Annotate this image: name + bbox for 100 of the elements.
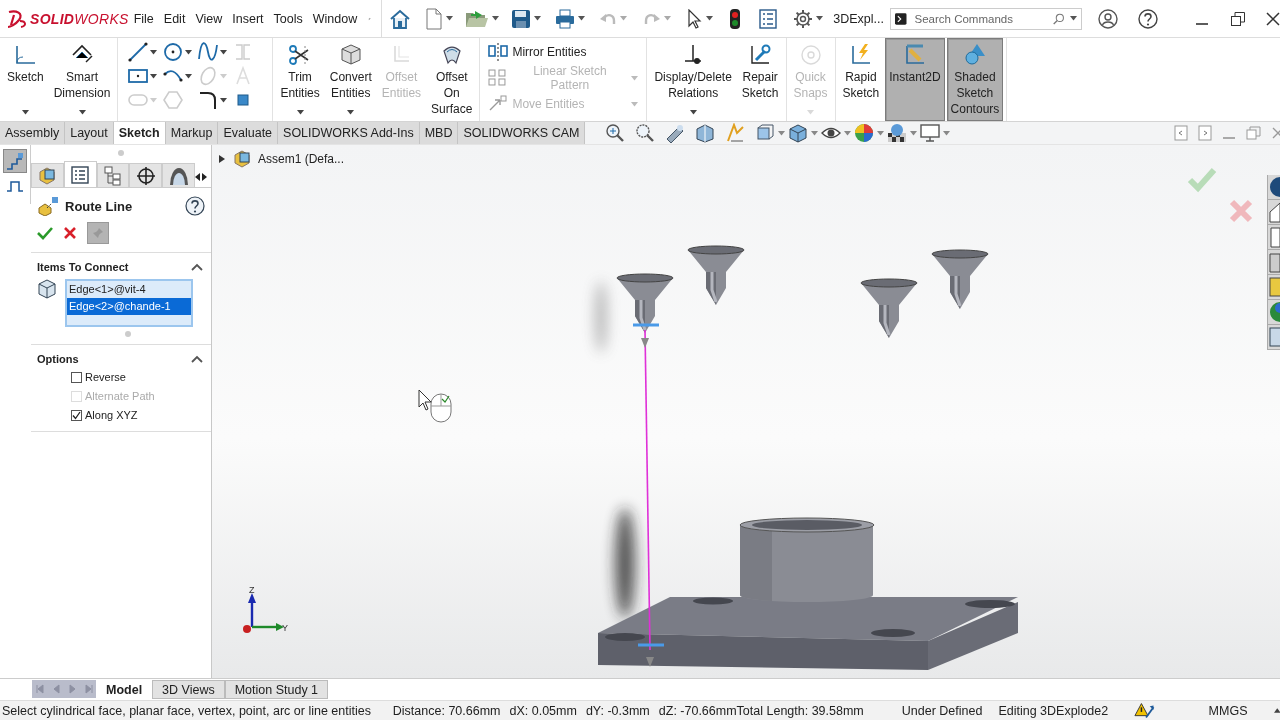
- command-tab[interactable]: Markup: [165, 122, 219, 144]
- home-icon[interactable]: [1268, 200, 1280, 225]
- ribbon-button[interactable]: Smart Dimension: [49, 38, 115, 121]
- caret-icon[interactable]: [220, 49, 228, 55]
- close-icon[interactable]: [1266, 11, 1280, 26]
- caret-icon[interactable]: [534, 16, 542, 21]
- collapse-icon[interactable]: [191, 263, 203, 271]
- menu-item[interactable]: Tools: [269, 11, 307, 26]
- checkbox[interactable]: [71, 371, 82, 383]
- user-icon[interactable]: [1098, 8, 1118, 29]
- caret-up-icon[interactable]: [1273, 708, 1280, 713]
- ribbon-button[interactable]: Instant2D: [885, 38, 945, 121]
- pointer-icon[interactable]: [687, 8, 704, 29]
- ribbon-button[interactable]: Offset On Surface: [427, 38, 477, 121]
- list-item[interactable]: Edge<1>@vit-4: [67, 281, 191, 298]
- document-icon[interactable]: [1268, 225, 1280, 250]
- scene-icon[interactable]: [887, 123, 908, 143]
- fillet-icon[interactable]: [198, 90, 219, 110]
- handle-dot-icon[interactable]: [117, 149, 125, 157]
- ribbon-button[interactable]: Display/Delete Relations: [650, 38, 736, 121]
- ribbon-button[interactable]: Repair Sketch: [737, 38, 783, 121]
- selection-list[interactable]: Edge<1>@vit-4 Edge<2>@chande-1: [65, 279, 193, 327]
- menu-item[interactable]: View: [191, 11, 227, 26]
- caret-icon[interactable]: [296, 110, 304, 115]
- home-icon[interactable]: [389, 7, 412, 30]
- help-icon[interactable]: [185, 196, 205, 216]
- caret-icon[interactable]: [492, 16, 500, 21]
- handle-dot-icon[interactable]: [124, 330, 132, 338]
- command-tab[interactable]: SOLIDWORKS Add-Ins: [278, 122, 420, 144]
- ok-button[interactable]: [37, 226, 53, 240]
- rectangle-icon[interactable]: [128, 66, 149, 86]
- restore-icon[interactable]: [1230, 10, 1246, 27]
- list-item[interactable]: Edge<2>@chande-1: [67, 298, 191, 315]
- layers-icon[interactable]: [1268, 275, 1280, 300]
- save-icon[interactable]: [511, 8, 532, 29]
- spline-icon[interactable]: [198, 42, 219, 62]
- caret-icon[interactable]: [78, 110, 86, 115]
- settings-icon[interactable]: [793, 8, 814, 29]
- menu-item[interactable]: Edit: [159, 11, 190, 26]
- menu-item[interactable]: File: [129, 11, 158, 26]
- zoom-area-icon[interactable]: [635, 123, 656, 143]
- command-tab[interactable]: MBD: [419, 122, 459, 144]
- step-line-icon[interactable]: [6, 179, 24, 193]
- ribbon-button[interactable]: Trim Entities: [276, 38, 324, 121]
- caret-icon[interactable]: [816, 16, 824, 21]
- zoom-fit-icon[interactable]: [605, 123, 626, 143]
- monitor-icon[interactable]: [920, 123, 941, 143]
- appearance-icon[interactable]: [854, 123, 875, 143]
- caret-icon[interactable]: [150, 49, 158, 55]
- caret-icon[interactable]: [578, 16, 586, 21]
- collapse-icon[interactable]: [191, 355, 203, 363]
- scroll-right-icon[interactable]: [202, 173, 207, 181]
- wrench-icon: [748, 43, 773, 67]
- ribbon-button[interactable]: Shaded Sketch Contours: [946, 38, 1004, 121]
- search-field[interactable]: Search Commands: [890, 7, 1082, 30]
- tree-item[interactable]: Assem1 (Defa...: [258, 152, 345, 166]
- command-tab[interactable]: Layout: [65, 122, 114, 144]
- ribbon-button[interactable]: Rapid Sketch: [838, 38, 884, 121]
- ribbon-button[interactable]: Convert Entities: [325, 38, 376, 121]
- ribbon-button[interactable]: Sketch: [3, 38, 48, 121]
- print-icon[interactable]: [555, 8, 576, 29]
- circle-icon[interactable]: [163, 42, 184, 62]
- caret-icon[interactable]: [185, 73, 193, 79]
- bottom-tab[interactable]: 3D Views: [152, 680, 225, 699]
- bottom-tab[interactable]: Motion Study 1: [224, 680, 329, 699]
- panel-tab[interactable]: [129, 163, 163, 187]
- open-folder-icon[interactable]: [465, 8, 490, 29]
- view-orientation-icon[interactable]: [755, 123, 776, 143]
- caret-icon[interactable]: [220, 97, 228, 103]
- display-style-icon[interactable]: [788, 123, 809, 143]
- panel-tab[interactable]: [162, 163, 195, 187]
- command-tab[interactable]: SOLIDWORKS CAM: [458, 122, 586, 144]
- caret-icon[interactable]: [185, 49, 193, 55]
- appearance-icon[interactable]: [1268, 300, 1280, 325]
- section-view-icon[interactable]: [695, 123, 716, 143]
- globe-icon[interactable]: [1268, 175, 1280, 200]
- line-icon[interactable]: [128, 42, 149, 62]
- list-icon[interactable]: [759, 8, 778, 29]
- rebuild-warning-icon[interactable]: [1134, 701, 1155, 720]
- menu-item[interactable]: Insert: [228, 11, 268, 26]
- ribbon-button[interactable]: Mirror Entities: [488, 42, 639, 62]
- cancel-button[interactable]: [63, 226, 77, 240]
- caret-icon[interactable]: [347, 110, 355, 115]
- caret-icon[interactable]: [446, 16, 454, 21]
- collapse-arrow-icon[interactable]: [218, 155, 226, 163]
- route-mode-button[interactable]: [3, 149, 27, 173]
- command-tab[interactable]: Assembly: [0, 122, 66, 144]
- command-tab[interactable]: Sketch: [113, 122, 166, 144]
- caret-icon[interactable]: [1070, 16, 1077, 21]
- checkbox[interactable]: [71, 409, 82, 421]
- caret-icon[interactable]: [706, 16, 714, 21]
- caret-icon[interactable]: [689, 110, 697, 115]
- caret-icon[interactable]: [21, 110, 29, 115]
- previous-view-icon[interactable]: [665, 123, 686, 143]
- traffic-light-icon[interactable]: [729, 7, 742, 30]
- caret-icon[interactable]: [150, 73, 158, 79]
- help-icon[interactable]: [1138, 8, 1158, 29]
- search-input[interactable]: Search Commands: [912, 11, 1047, 26]
- command-tab[interactable]: Evaluate: [218, 122, 279, 144]
- menu-item[interactable]: Window: [308, 11, 362, 26]
